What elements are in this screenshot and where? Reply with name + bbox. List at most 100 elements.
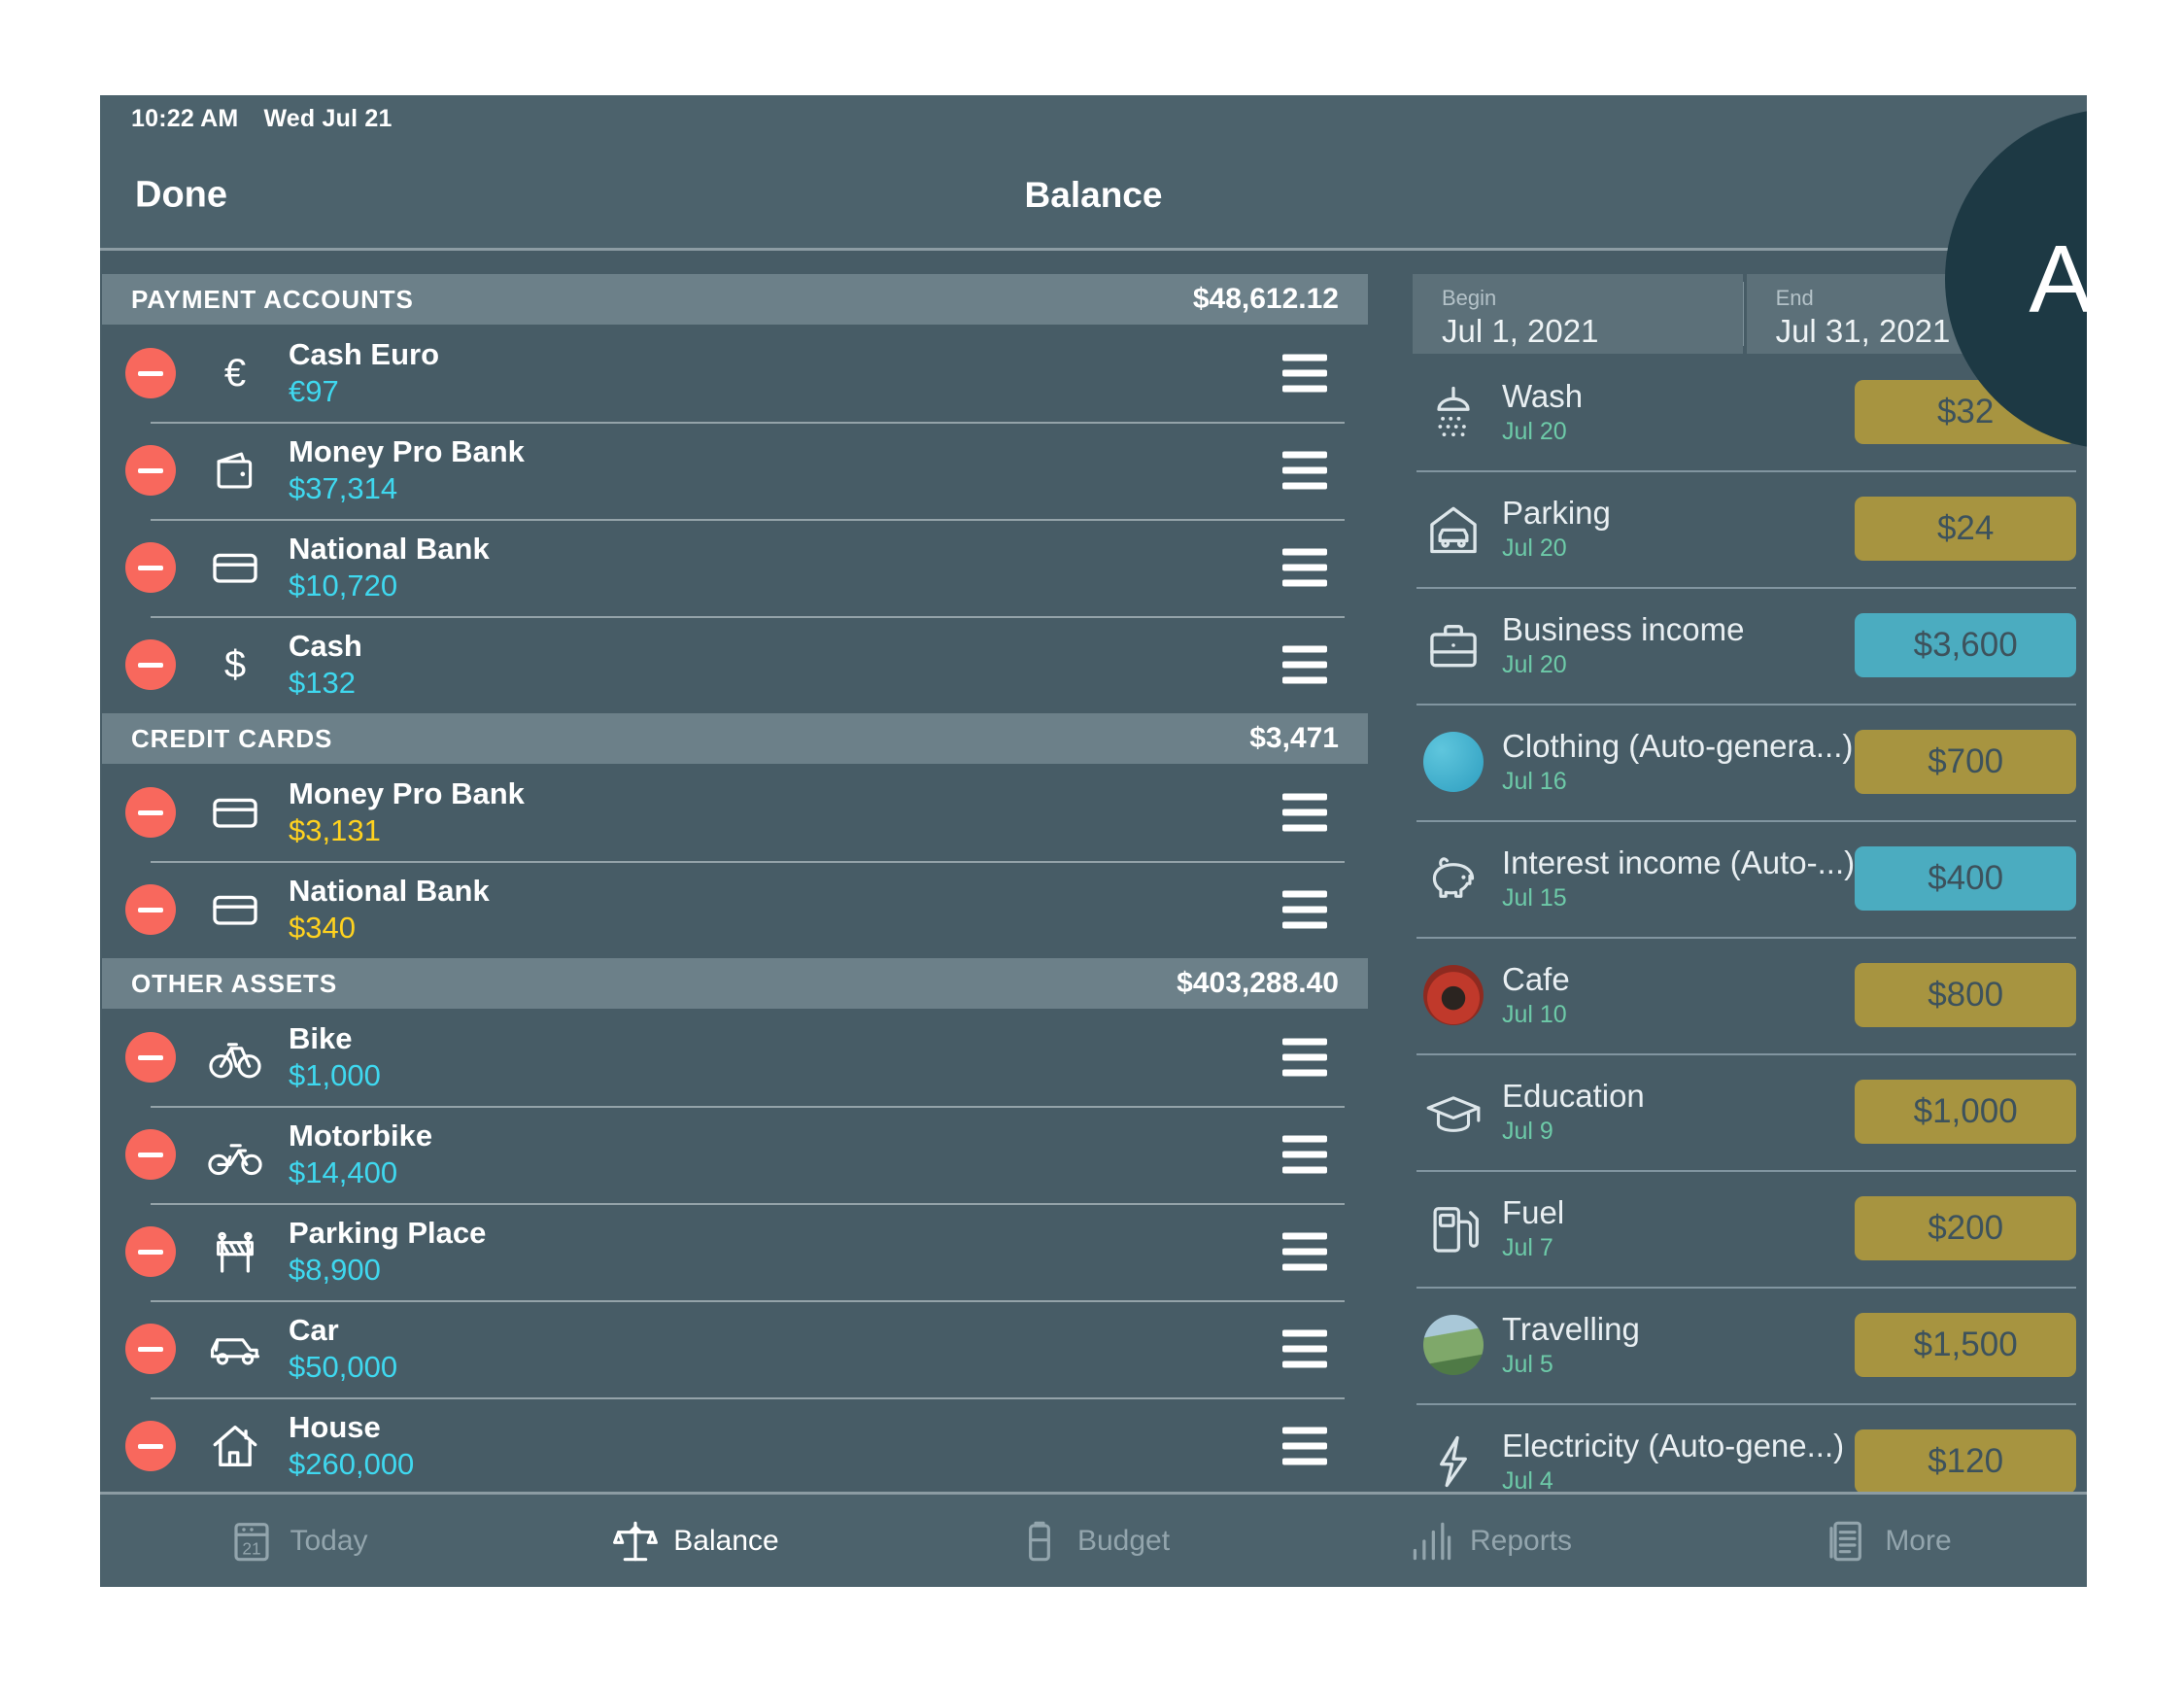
account-amount: $340 bbox=[289, 911, 356, 945]
tab-bar: 21 Today Balance Budget Reports More bbox=[100, 1492, 2087, 1587]
reorder-handle-icon[interactable] bbox=[1282, 1135, 1327, 1174]
account-name: Car bbox=[289, 1313, 339, 1348]
minus-icon bbox=[138, 1443, 163, 1449]
transaction-row[interactable]: Travelling Jul 5 $1,500 bbox=[1413, 1287, 2087, 1403]
account-amount: $3,131 bbox=[289, 813, 381, 847]
clothing-photo-icon bbox=[1416, 727, 1490, 797]
transaction-date: Jul 7 bbox=[1502, 1234, 1553, 1262]
date-range-begin[interactable]: Begin Jul 1, 2021 bbox=[1413, 274, 1744, 354]
transaction-info: Wash Jul 20 bbox=[1502, 378, 1855, 447]
add-button-label: Add bbox=[2029, 225, 2087, 332]
scales-icon bbox=[613, 1516, 659, 1566]
transaction-date: Jul 20 bbox=[1502, 534, 1567, 563]
transaction-amount-badge[interactable]: $200 bbox=[1855, 1196, 2077, 1260]
graduation-cap-icon bbox=[1416, 1077, 1490, 1147]
account-row[interactable]: Motorbike $14,400 bbox=[102, 1106, 1368, 1203]
account-section-header: OTHER ASSETS $403,288.40 bbox=[102, 958, 1368, 1009]
transaction-amount-badge[interactable]: $1,000 bbox=[1855, 1080, 2077, 1144]
account-row[interactable]: Parking Place $8,900 bbox=[102, 1203, 1368, 1300]
transaction-amount-badge[interactable]: $120 bbox=[1855, 1429, 2077, 1494]
delete-account-button[interactable] bbox=[125, 1129, 176, 1180]
transaction-amount-badge[interactable]: $800 bbox=[1855, 963, 2077, 1027]
svg-text:21: 21 bbox=[243, 1538, 261, 1558]
delete-account-button[interactable] bbox=[125, 884, 176, 935]
delete-account-button[interactable] bbox=[125, 445, 176, 496]
account-info: Parking Place $8,900 bbox=[289, 1216, 486, 1287]
transaction-date: Jul 15 bbox=[1502, 884, 1567, 912]
account-row[interactable]: Money Pro Bank $3,131 bbox=[102, 764, 1368, 861]
transaction-amount-badge[interactable]: $3,600 bbox=[1855, 613, 2077, 677]
reorder-handle-icon[interactable] bbox=[1282, 1427, 1327, 1465]
status-bar-date: Wed Jul 21 bbox=[263, 104, 392, 132]
transaction-date: Jul 20 bbox=[1502, 651, 1567, 679]
account-amount: $37,314 bbox=[289, 471, 398, 505]
begin-value: Jul 1, 2021 bbox=[1442, 312, 1599, 349]
account-row[interactable]: € Cash Euro €97 bbox=[102, 325, 1368, 422]
minus-icon bbox=[138, 565, 163, 570]
delete-account-button[interactable] bbox=[125, 787, 176, 838]
tab-label: Today bbox=[290, 1524, 368, 1557]
account-info: Bike $1,000 bbox=[289, 1021, 381, 1092]
transaction-name: Clothing (Auto-genera...) bbox=[1502, 727, 1854, 764]
credit-card-icon bbox=[197, 538, 273, 597]
delete-account-button[interactable] bbox=[125, 639, 176, 690]
shower-icon bbox=[1416, 377, 1490, 447]
page-title: Balance bbox=[1024, 174, 1163, 215]
account-row[interactable]: Money Pro Bank $37,314 bbox=[102, 422, 1368, 519]
account-row[interactable]: National Bank $340 bbox=[102, 861, 1368, 958]
transaction-date: Jul 9 bbox=[1502, 1118, 1553, 1146]
tab-budget[interactable]: Budget bbox=[895, 1516, 1292, 1566]
tab-more[interactable]: More bbox=[1689, 1516, 2087, 1566]
garage-icon bbox=[1416, 494, 1490, 564]
transaction-row[interactable]: Fuel Jul 7 $200 bbox=[1413, 1170, 2087, 1287]
account-section-title: OTHER ASSETS bbox=[131, 968, 338, 998]
transaction-amount-badge[interactable]: $1,500 bbox=[1855, 1313, 2077, 1377]
account-row[interactable]: National Bank $10,720 bbox=[102, 519, 1368, 616]
reorder-handle-icon[interactable] bbox=[1282, 548, 1327, 587]
reorder-handle-icon[interactable] bbox=[1282, 890, 1327, 929]
transaction-name: Parking bbox=[1502, 494, 1611, 531]
transaction-row[interactable]: Interest income (Auto-...) Jul 15 $400 bbox=[1413, 820, 2087, 937]
account-row[interactable]: House $260,000 bbox=[102, 1397, 1368, 1495]
tab-balance[interactable]: Balance bbox=[497, 1516, 895, 1566]
reorder-handle-icon[interactable] bbox=[1282, 1232, 1327, 1271]
transaction-row[interactable]: Education Jul 9 $1,000 bbox=[1413, 1053, 2087, 1170]
reorder-handle-icon[interactable] bbox=[1282, 1329, 1327, 1368]
account-name: Money Pro Bank bbox=[289, 434, 525, 469]
account-section-total: $48,612.12 bbox=[1192, 283, 1339, 315]
reorder-handle-icon[interactable] bbox=[1282, 354, 1327, 393]
euro-icon: € bbox=[223, 352, 247, 395]
reorder-handle-icon[interactable] bbox=[1282, 451, 1327, 490]
transaction-row[interactable]: Clothing (Auto-genera...) Jul 16 $700 bbox=[1413, 704, 2087, 820]
delete-account-button[interactable] bbox=[125, 348, 176, 398]
travel-photo-icon bbox=[1416, 1310, 1490, 1380]
account-row[interactable]: Car $50,000 bbox=[102, 1300, 1368, 1397]
minus-icon bbox=[138, 907, 163, 912]
delete-account-button[interactable] bbox=[125, 1226, 176, 1277]
account-info: National Bank $340 bbox=[289, 874, 490, 945]
minus-icon bbox=[138, 467, 163, 473]
transaction-amount-badge[interactable]: $24 bbox=[1855, 497, 2077, 561]
reorder-handle-icon[interactable] bbox=[1282, 793, 1327, 832]
reorder-handle-icon[interactable] bbox=[1282, 1038, 1327, 1077]
account-row[interactable]: $ Cash $132 bbox=[102, 616, 1368, 713]
tab-label: Reports bbox=[1469, 1524, 1573, 1557]
done-button[interactable]: Done bbox=[135, 174, 227, 216]
account-info: House $260,000 bbox=[289, 1410, 414, 1481]
transaction-row[interactable]: Cafe Jul 10 $800 bbox=[1413, 937, 2087, 1053]
transaction-row[interactable]: Business income Jul 20 $3,600 bbox=[1413, 587, 2087, 704]
account-row[interactable]: Bike $1,000 bbox=[102, 1009, 1368, 1106]
account-section-header: PAYMENT ACCOUNTS $48,612.12 bbox=[102, 274, 1368, 325]
tab-reports[interactable]: Reports bbox=[1292, 1516, 1689, 1566]
delete-account-button[interactable] bbox=[125, 1421, 176, 1471]
tab-today[interactable]: 21 Today bbox=[100, 1516, 497, 1566]
reorder-handle-icon[interactable] bbox=[1282, 645, 1327, 684]
delete-account-button[interactable] bbox=[125, 542, 176, 593]
transaction-amount-badge[interactable]: $700 bbox=[1855, 730, 2077, 794]
transaction-row[interactable]: Parking Jul 20 $24 bbox=[1413, 470, 2087, 587]
transaction-date: Jul 10 bbox=[1502, 1001, 1567, 1029]
delete-account-button[interactable] bbox=[125, 1324, 176, 1374]
transaction-amount-badge[interactable]: $400 bbox=[1855, 846, 2077, 911]
delete-account-button[interactable] bbox=[125, 1032, 176, 1083]
minus-icon bbox=[138, 370, 163, 376]
